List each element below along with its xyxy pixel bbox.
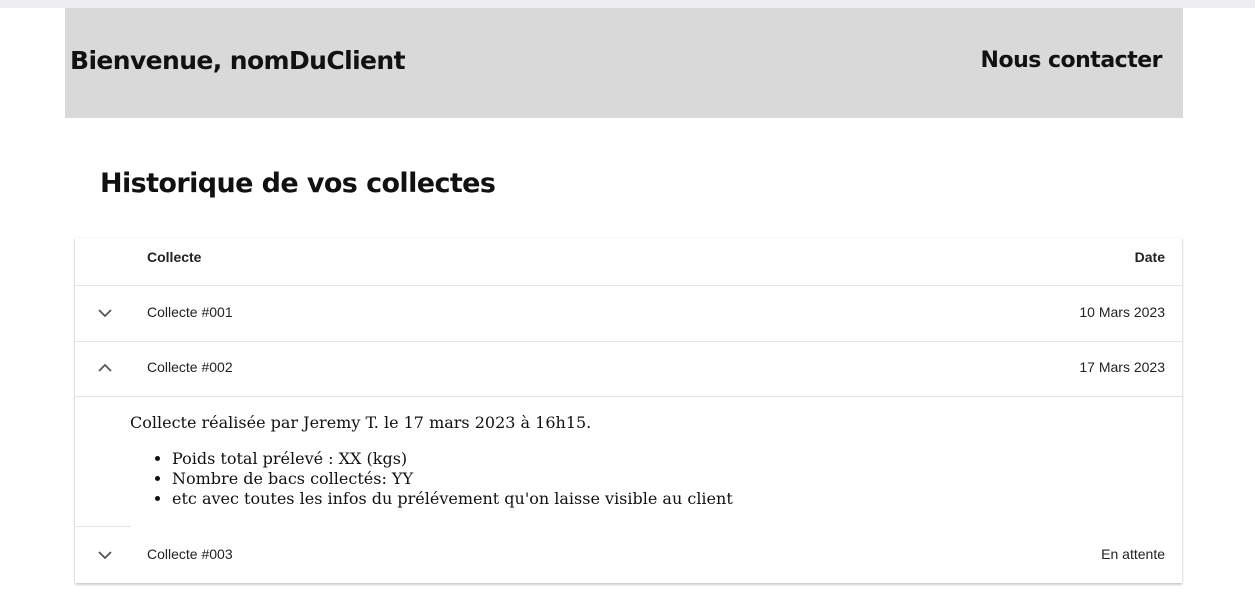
details-summary: Collecte réalisée par Jeremy T. le 17 ma…	[130, 413, 592, 432]
column-header-date: Date	[1134, 249, 1165, 265]
details-item: Nombre de bacs collectés: YY	[172, 469, 733, 489]
row-date: 10 Mars 2023	[1079, 304, 1165, 320]
divider	[75, 526, 131, 527]
row-name: Collecte #001	[147, 304, 233, 320]
table-row[interactable]: Collecte #002 17 Mars 2023	[75, 342, 1182, 397]
row-name: Collecte #002	[147, 359, 233, 375]
row-date: En attente	[1101, 546, 1165, 562]
details-item: etc avec toutes les infos du prélévement…	[172, 489, 733, 509]
details-item: Poids total prélevé : XX (kgs)	[172, 449, 733, 469]
chevron-down-icon[interactable]	[95, 303, 115, 323]
row-name: Collecte #003	[147, 546, 233, 562]
chevron-up-icon[interactable]	[95, 358, 115, 378]
contact-link[interactable]: Nous contacter	[981, 48, 1163, 73]
table-row[interactable]: Collecte #001 10 Mars 2023	[75, 286, 1182, 342]
table-row[interactable]: Collecte #003 En attente	[75, 528, 1182, 583]
header-bar: Bienvenue, nomDuClient Nous contacter	[65, 8, 1183, 118]
details-list: Poids total prélevé : XX (kgs) Nombre de…	[130, 449, 733, 509]
column-header-collecte: Collecte	[147, 249, 202, 265]
chevron-down-icon[interactable]	[95, 545, 115, 565]
table-header-row: Collecte Date	[75, 238, 1182, 286]
collections-table: Collecte Date Collecte #001 10 Mars 2023…	[75, 238, 1182, 583]
row-date: 17 Mars 2023	[1079, 359, 1165, 375]
browser-top-strip	[0, 0, 1255, 8]
page-title: Historique de vos collectes	[100, 168, 496, 199]
welcome-message: Bienvenue, nomDuClient	[70, 46, 406, 75]
row-details-panel: Collecte réalisée par Jeremy T. le 17 ma…	[75, 397, 1182, 527]
